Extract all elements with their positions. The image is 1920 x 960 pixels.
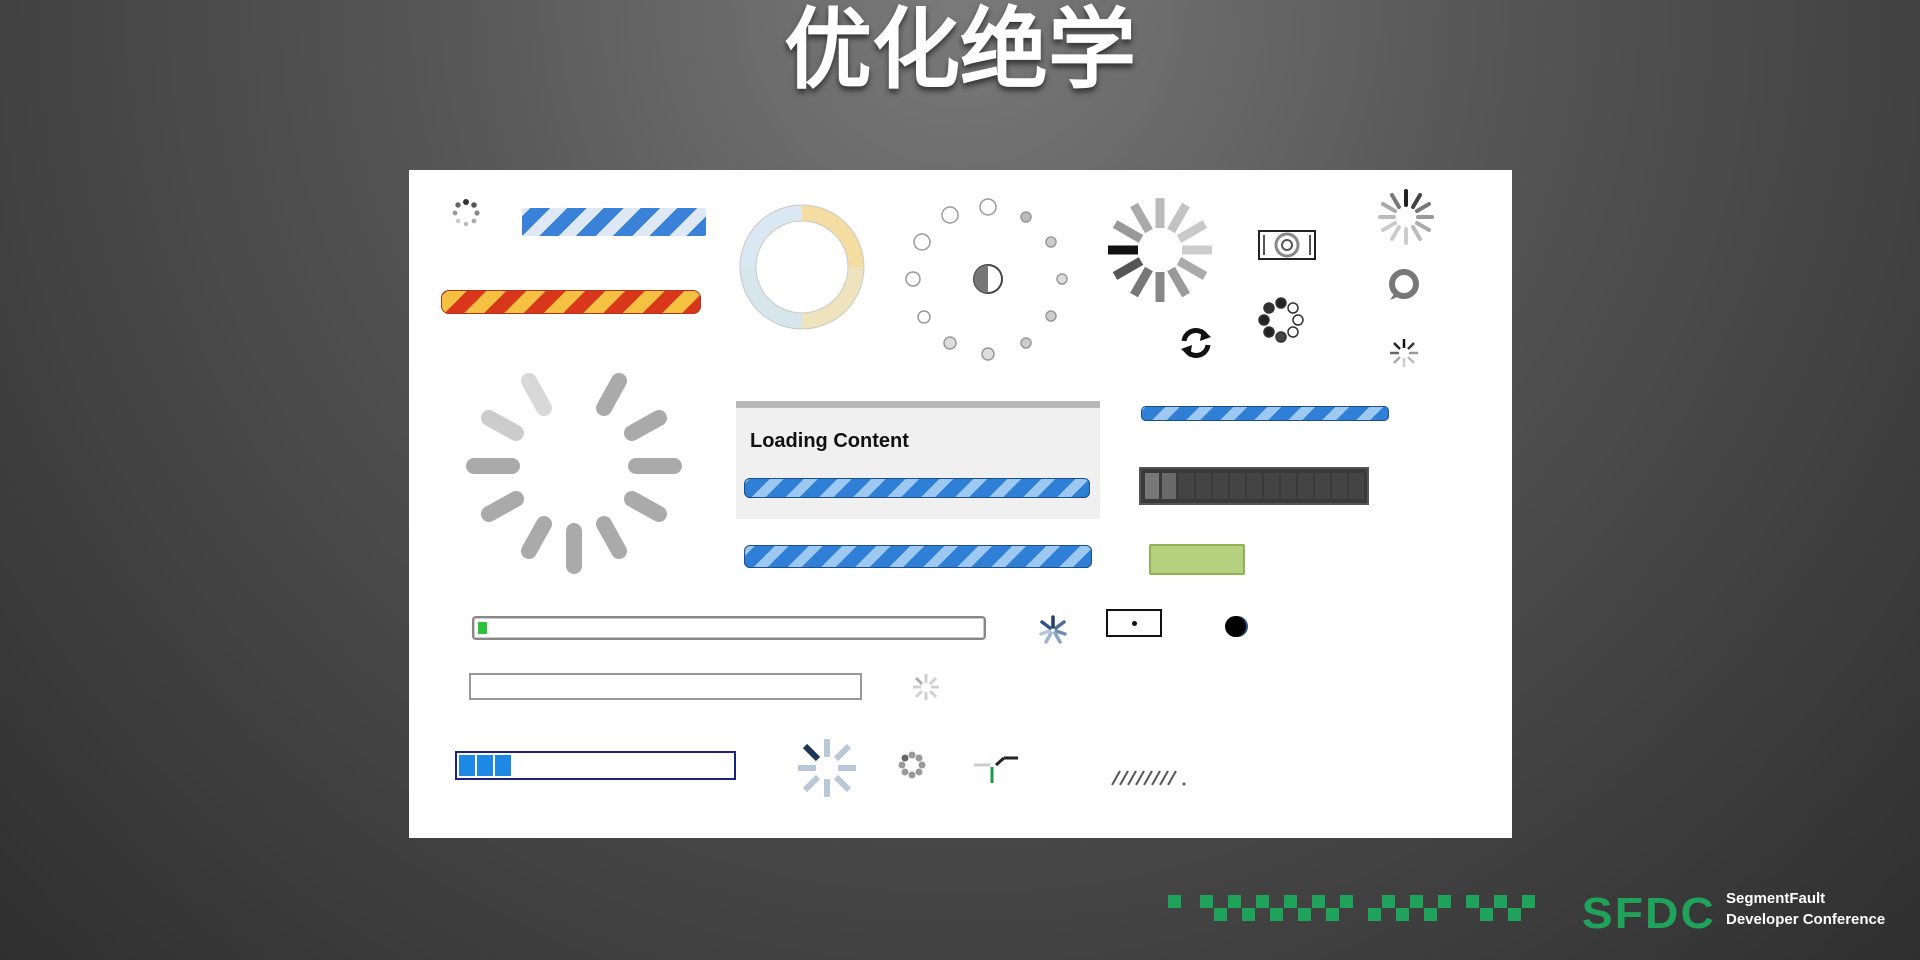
loading-progress-bar	[744, 478, 1090, 498]
small-bars-spinner-icon	[1378, 189, 1434, 245]
loading-dialog: Loading Content	[736, 401, 1100, 519]
faint-spinner-icon	[913, 674, 939, 700]
orange-striped-bar	[441, 290, 701, 314]
green-progress-block	[1149, 544, 1245, 575]
bubble-spinner-icon	[1389, 269, 1419, 300]
refresh-arrows-icon	[1181, 328, 1211, 358]
sfdc-logo: SFDC	[1581, 889, 1716, 938]
gray-dots-ring-icon	[898, 751, 926, 779]
footer-pixel-pattern	[1168, 893, 1548, 927]
boxed-dot-indicator	[1106, 609, 1162, 637]
blue-striped-bar	[744, 545, 1092, 568]
thin-blue-striped-bar	[1141, 406, 1389, 421]
asterisk-spinner-icon	[1039, 615, 1067, 644]
hatched-loader-icon	[1111, 770, 1186, 786]
large-bars-spinner-icon	[466, 373, 682, 574]
org-name-line2: Developer Conference	[1726, 911, 1886, 928]
dots-ring-spinner-icon	[1258, 297, 1304, 343]
blue-white-striped-bar	[522, 208, 706, 236]
org-name-line1: SegmentFault	[1726, 890, 1826, 907]
boxed-ring-icon	[1258, 230, 1316, 260]
ring-loader-icon	[739, 204, 865, 330]
xp-progress-bar	[472, 616, 986, 640]
black-dot-indicator	[1225, 616, 1246, 637]
dots-spinner-icon	[452, 199, 480, 227]
block-progress-bar	[455, 751, 736, 780]
loader-gallery-panel: Loading Content	[409, 170, 1512, 838]
loading-label: Loading Content	[750, 430, 909, 452]
tiny-spinner-icon	[1390, 339, 1418, 367]
dark-segmented-bar	[1139, 467, 1369, 505]
green-tick-spinner-icon	[974, 756, 1018, 783]
blue-gray-spinner-icon	[798, 739, 856, 797]
empty-progress-bar	[469, 673, 862, 700]
gray-bars-spinner-icon	[1108, 198, 1212, 302]
circle-dots-loader-icon	[905, 198, 1068, 361]
slide-title: 优化绝学	[783, 0, 1136, 101]
